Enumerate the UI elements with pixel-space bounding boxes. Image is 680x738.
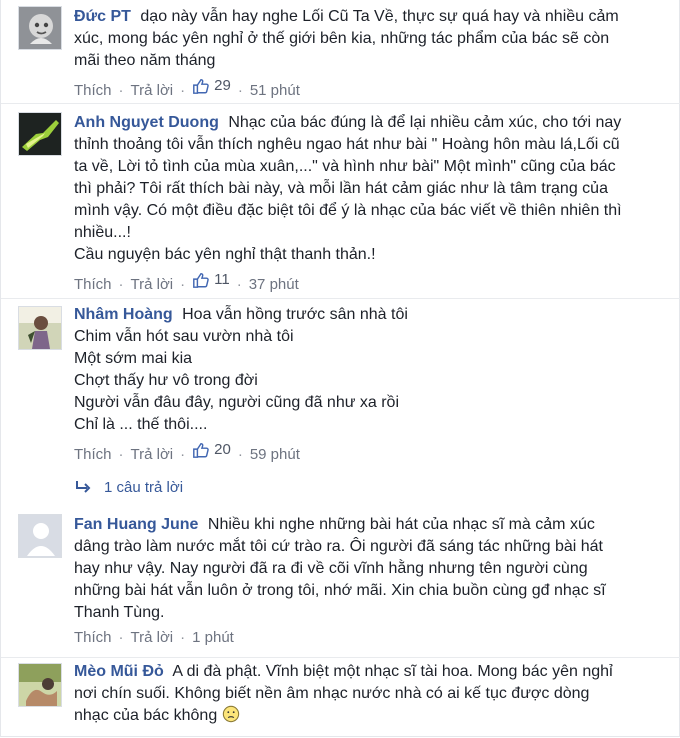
comment-item: Fan Huang June Nhiều khi nghe những bài … xyxy=(1,506,680,657)
avatar[interactable] xyxy=(18,6,62,50)
avatar[interactable] xyxy=(18,112,62,156)
separator-dot: · xyxy=(118,446,124,463)
comment-text: Fan Huang June Nhiều khi nghe những bài … xyxy=(74,514,671,624)
comment-line: Người vẫn đâu đây, người cũng đã như xa … xyxy=(74,394,399,411)
separator-dot: · xyxy=(180,276,186,293)
comment-line: Nhạc của bác đúng là để lại nhiều cảm xú… xyxy=(228,114,622,131)
comment-line: Chỉ là ... thế thôi.... xyxy=(74,416,208,433)
separator-dot: · xyxy=(118,276,124,293)
comment-line: Thanh Tùng. xyxy=(74,604,165,621)
replies-count[interactable]: 1 câu trả lời xyxy=(104,479,183,496)
timestamp[interactable]: 51 phút xyxy=(250,82,300,99)
comment-actions: Thích · Trả lời · 1 phút xyxy=(74,628,671,648)
like-count-value: 20 xyxy=(214,441,231,458)
avatar[interactable] xyxy=(18,663,62,707)
comment-item: Mèo Mũi Đỏ A di đà phật. Vĩnh biệt một n… xyxy=(1,657,680,738)
comment-line: hay như vậy. Nay người đã ra đi về cõi v… xyxy=(74,560,588,577)
comment-item: Đức PT dạo này vẫn hay nghe Lối Cũ Ta Về… xyxy=(1,0,680,103)
comment-item: Anh Nguyet Duong Nhạc của bác đúng là để… xyxy=(1,103,680,299)
comment-line: nhiều...! xyxy=(74,224,131,241)
separator-dot: · xyxy=(118,629,124,646)
comment-text: Anh Nguyet Duong Nhạc của bác đúng là để… xyxy=(74,112,671,266)
comment-line: nhạc của bác không xyxy=(74,705,671,727)
comment-line: mình vậy. Có một điều đặc biệt tôi để ý … xyxy=(74,202,622,219)
comment-line: thỉnh thoảng tôi vẫn thích nghêu ngao há… xyxy=(74,136,620,153)
timestamp[interactable]: 37 phút xyxy=(249,276,299,293)
comment-actions: Thích · Trả lời · 11 · 37 phút xyxy=(74,270,671,295)
like-count-value: 11 xyxy=(214,271,230,288)
comment-author[interactable]: Fan Huang June xyxy=(74,516,198,533)
comment-line: dâng trào làm nước mắt tôi cứ trào ra. Ô… xyxy=(74,538,603,555)
reply-button[interactable]: Trả lời xyxy=(131,629,174,646)
comment-text: Mèo Mũi Đỏ A di đà phật. Vĩnh biệt một n… xyxy=(74,661,671,727)
comment-line: xúc, mong bác yên nghỉ ở thế giới bên ki… xyxy=(74,30,610,47)
thumbs-up-icon xyxy=(193,78,209,94)
comment-author[interactable]: Mèo Mũi Đỏ xyxy=(74,663,164,680)
comment-line: ta về, Lời tỏ tình của mùa xuân,..." và … xyxy=(74,158,616,175)
thumbs-up-icon xyxy=(193,442,209,458)
comment-actions: Thích · Trả lời · 20 · 59 phút xyxy=(74,440,671,465)
reply-button[interactable]: Trả lời xyxy=(131,276,174,293)
like-count-value: 29 xyxy=(214,77,231,94)
comment-line: nơi chín suối. Không biết nền âm nhạc nư… xyxy=(74,685,590,702)
thumbs-up-icon xyxy=(193,272,209,288)
comment-actions: Thích · Trả lời · 29 · 51 phút xyxy=(74,76,671,101)
separator-dot: · xyxy=(237,82,243,99)
comment-thread: Đức PT dạo này vẫn hay nghe Lối Cũ Ta Về… xyxy=(0,0,680,737)
comment-line: thì phải? Tôi rất thích bài này, và mỗi … xyxy=(74,180,608,197)
like-button[interactable]: Thích xyxy=(74,629,112,646)
comment-line: dạo này vẫn hay nghe Lối Cũ Ta Về, thực … xyxy=(140,8,619,25)
like-button[interactable]: Thích xyxy=(74,276,112,293)
comment-line: A di đà phật. Vĩnh biệt một nhạc sĩ tài … xyxy=(172,663,613,680)
view-replies-link[interactable]: 1 câu trả lời xyxy=(74,475,183,499)
comment-text: Đức PT dạo này vẫn hay nghe Lối Cũ Ta Về… xyxy=(74,6,671,72)
separator-dot: · xyxy=(237,446,243,463)
reply-arrow-icon xyxy=(76,481,91,493)
timestamp[interactable]: 59 phút xyxy=(250,446,300,463)
separator-dot: · xyxy=(180,629,186,646)
sad-face-emoji-icon xyxy=(222,705,239,723)
reply-button[interactable]: Trả lời xyxy=(131,82,174,99)
comment-line: những bài hát vẫn luôn ở trong tôi, nhớ … xyxy=(74,582,606,599)
comment-line: Cầu nguyện bác yên nghỉ thật thanh thản.… xyxy=(74,246,376,263)
like-button[interactable]: Thích xyxy=(74,82,112,99)
comment-line: Chim vẫn hót sau vườn nhà tôi xyxy=(74,328,294,345)
separator-dot: · xyxy=(118,82,124,99)
comment-author[interactable]: Nhâm Hoàng xyxy=(74,306,173,323)
like-count[interactable]: 20 xyxy=(192,440,231,460)
comment-text: Nhâm Hoàng Hoa vẫn hồng trước sân nhà tô… xyxy=(74,304,671,436)
comment-author[interactable]: Anh Nguyet Duong xyxy=(74,114,219,131)
comment-line: Chợt thấy hư vô trong đời xyxy=(74,372,258,389)
separator-dot: · xyxy=(180,446,186,463)
like-count[interactable]: 29 xyxy=(192,76,231,96)
avatar[interactable] xyxy=(18,514,62,558)
comment-line: Nhiều khi nghe những bài hát của nhạc sĩ… xyxy=(207,516,595,533)
comment-line: mãi theo năm tháng xyxy=(74,52,216,69)
comment-line: Một sớm mai kia xyxy=(74,350,193,367)
comment-line: Hoa vẫn hồng trước sân nhà tôi xyxy=(182,306,408,323)
like-count[interactable]: 11 xyxy=(192,270,230,290)
separator-dot: · xyxy=(180,82,186,99)
like-button[interactable]: Thích xyxy=(74,446,112,463)
timestamp[interactable]: 1 phút xyxy=(192,629,234,646)
comment-author[interactable]: Đức PT xyxy=(74,8,131,25)
reply-button[interactable]: Trả lời xyxy=(131,446,174,463)
avatar[interactable] xyxy=(18,306,62,350)
separator-dot: · xyxy=(236,276,242,293)
comment-line-text: nhạc của bác không xyxy=(74,707,218,724)
